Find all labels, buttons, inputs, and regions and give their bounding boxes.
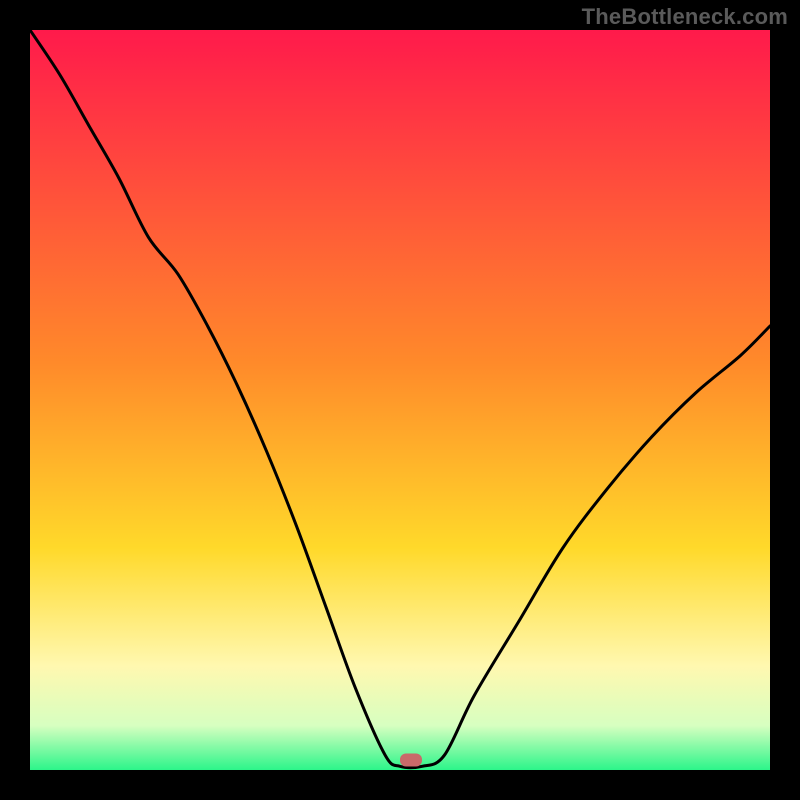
plot-svg (30, 30, 770, 770)
plot-area (30, 30, 770, 770)
watermark-text: TheBottleneck.com (582, 4, 788, 30)
gradient-background (30, 30, 770, 770)
optimum-marker (400, 754, 422, 767)
chart-frame: TheBottleneck.com (0, 0, 800, 800)
